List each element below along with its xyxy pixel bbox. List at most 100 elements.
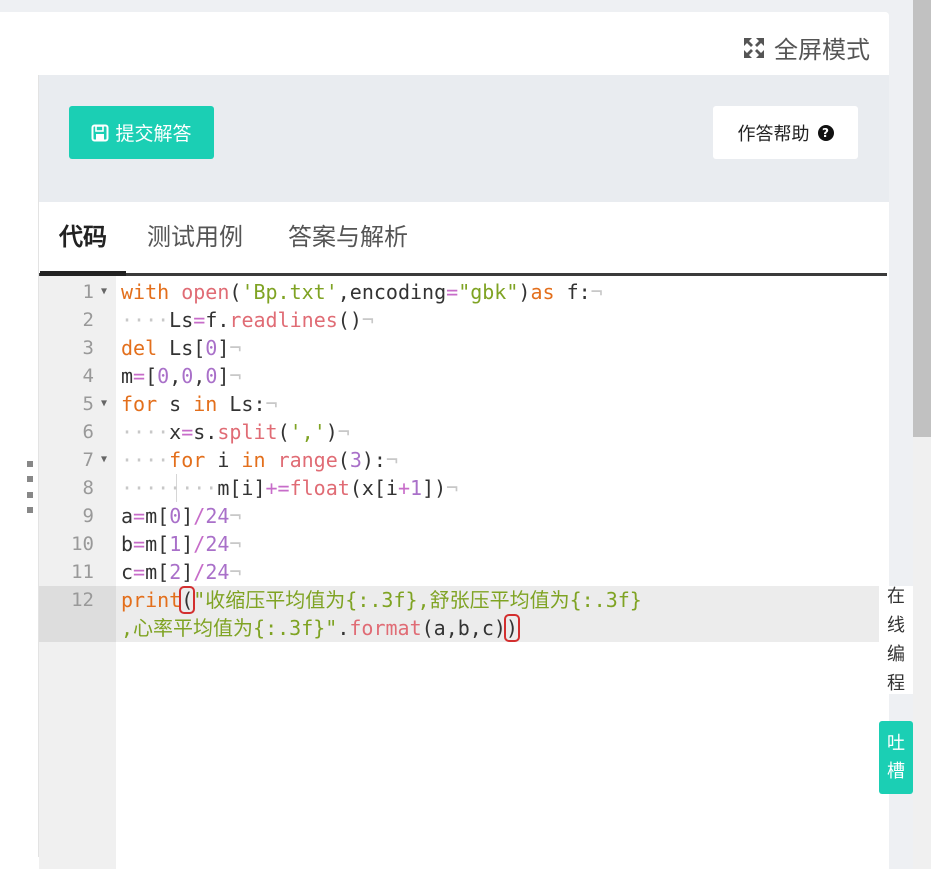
feedback-button[interactable]: 吐 槽 <box>879 721 913 794</box>
code-line[interactable]: 3 del Ls[0]¬ <box>39 334 887 362</box>
fullscreen-button[interactable]: 全屏模式 <box>742 30 870 65</box>
code-token: in <box>241 448 266 472</box>
resize-handle[interactable] <box>27 461 33 513</box>
code-token: float <box>289 476 350 500</box>
code-line[interactable]: 12 print("收缩压平均值为{:.3f},舒张压平均值为{:.3f} ,心率平… <box>39 586 887 642</box>
code-token: readlines <box>229 308 338 332</box>
code-token: 1 <box>410 476 423 500</box>
code-text: b=m[1]/24¬ <box>121 530 241 558</box>
code-token: ): <box>361 448 386 472</box>
code-token: as <box>530 280 555 304</box>
fold-arrow-icon[interactable]: ▼ <box>101 278 107 306</box>
line-number: 4 <box>82 365 94 387</box>
expand-icon <box>744 37 764 58</box>
question-circle-icon: ? <box>817 124 834 141</box>
code-token: ,心率平均值为{:.3f}" <box>121 616 338 640</box>
code-token: Ls[ <box>157 336 206 360</box>
code-token: ) <box>503 614 520 642</box>
code-line[interactable]: 11 c=m[2]/24¬ <box>39 558 887 586</box>
code-token: 3 <box>349 448 362 472</box>
code-token: b <box>121 532 134 556</box>
code-token: (x[i <box>349 476 398 500</box>
code-token: ···· <box>121 420 170 444</box>
online-label-char: 在 <box>887 586 905 607</box>
code-token: format <box>349 616 422 640</box>
online-coding-tab[interactable]: 在 线 编 程 <box>879 586 913 694</box>
newline-marker: ¬ <box>446 476 459 500</box>
code-token: = <box>193 308 206 332</box>
code-token: with <box>121 280 170 304</box>
left-strip <box>0 75 39 857</box>
answer-help-button[interactable]: 作答帮助 ? <box>713 106 858 159</box>
code-token: = <box>133 364 146 388</box>
newline-marker: ¬ <box>337 420 350 444</box>
code-token: () <box>337 308 362 332</box>
code-token: = <box>133 560 146 584</box>
code-token: = <box>133 532 146 556</box>
scrollbar-thumb[interactable] <box>913 0 931 437</box>
code-token: for <box>121 392 158 416</box>
code-line[interactable]: 8 ········m[i]+=float(x[i+1])¬ <box>39 474 887 502</box>
line-number: 8 <box>82 477 94 499</box>
code-line[interactable]: 1 ▼ with open('Bp.txt',encoding="gbk")as f… <box>39 278 887 306</box>
code-token: 1 <box>169 532 182 556</box>
code-token: , <box>169 364 182 388</box>
newline-marker: ¬ <box>229 364 242 388</box>
code-token: ] <box>217 364 230 388</box>
code-line[interactable]: 5 ▼ for s in Ls:¬ <box>39 390 887 418</box>
code-token: . <box>337 616 350 640</box>
code-line[interactable]: 2 ····Ls=f.readlines()¬ <box>39 306 887 334</box>
code-text: print("收缩压平均值为{:.3f},舒张压平均值为{:.3f} <box>121 586 642 614</box>
submit-answer-button[interactable]: 提交解答 <box>69 106 214 159</box>
code-text: a=m[0]/24¬ <box>121 502 241 530</box>
line-number: 9 <box>82 505 94 527</box>
code-token: s <box>157 392 194 416</box>
code-token: "gbk" <box>458 280 519 304</box>
code-line[interactable]: 7 ▼ ····for i in range(3):¬ <box>39 446 887 474</box>
code-token: f: <box>554 280 591 304</box>
code-token: ',' <box>289 420 326 444</box>
code-token: ········ <box>121 476 218 500</box>
tab-test-cases[interactable]: 测试用例 <box>147 202 243 273</box>
fold-arrow-icon[interactable]: ▼ <box>101 390 107 418</box>
code-token: split <box>217 420 278 444</box>
code-token: a <box>121 504 134 528</box>
tab-answer-analysis[interactable]: 答案与解析 <box>288 202 408 273</box>
tab-code[interactable]: 代码 <box>40 202 126 276</box>
code-token: ) <box>518 280 531 304</box>
code-token: (a,b,c) <box>421 616 506 640</box>
code-token: / <box>193 560 206 584</box>
code-token: 0 <box>157 364 170 388</box>
code-token: / <box>193 532 206 556</box>
newline-marker: ¬ <box>590 280 603 304</box>
code-token: [ <box>145 364 158 388</box>
code-text: with open('Bp.txt',encoding="gbk")as f:¬ <box>121 278 603 306</box>
page-scrollbar[interactable] <box>913 0 931 869</box>
code-token: Ls: <box>217 392 266 416</box>
code-token: del <box>121 336 158 360</box>
code-line[interactable]: 4 m=[0,0,0]¬ <box>39 362 887 390</box>
line-number: 12 <box>39 586 116 642</box>
action-bar: 提交解答 作答帮助 ? <box>39 75 889 202</box>
code-text: del Ls[0]¬ <box>121 334 241 362</box>
code-token: 0 <box>205 364 218 388</box>
code-token: 24 <box>205 504 230 528</box>
code-text: for s in Ls:¬ <box>121 390 278 418</box>
code-line[interactable]: 6 ····x=s.split(',')¬ <box>39 418 887 446</box>
code-editor[interactable]: 1 ▼ with open('Bp.txt',encoding="gbk")as f… <box>39 276 887 869</box>
fold-arrow-icon[interactable]: ▼ <box>101 446 107 474</box>
code-token: i <box>205 448 242 472</box>
code-token: / <box>193 504 206 528</box>
code-line[interactable]: 10 b=m[1]/24¬ <box>39 530 887 558</box>
code-token: range <box>277 448 338 472</box>
code-text: c=m[2]/24¬ <box>121 558 241 586</box>
code-line[interactable]: 9 a=m[0]/24¬ <box>39 502 887 530</box>
code-token: m[ <box>145 560 170 584</box>
line-number: 2 <box>82 309 94 331</box>
code-token: = <box>181 420 194 444</box>
code-token: in <box>193 392 218 416</box>
code-token: for <box>169 448 206 472</box>
code-token: ] <box>181 504 194 528</box>
